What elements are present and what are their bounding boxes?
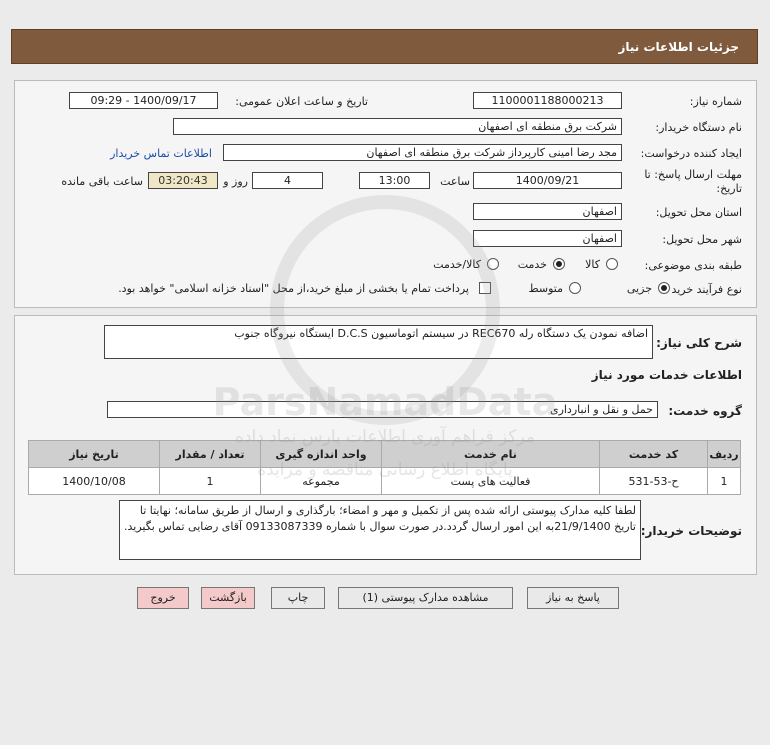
deadline-time-field: 13:00	[359, 172, 430, 189]
creator-label: ایجاد کننده درخواست:	[640, 147, 742, 160]
page-header: جزئیات اطلاعات نیاز	[11, 29, 758, 64]
city-label: شهر محل تحویل:	[662, 233, 742, 246]
cell-unit: مجموعه	[260, 467, 382, 495]
remaining-label: ساعت باقی مانده	[61, 175, 143, 188]
cell-row: 1	[707, 467, 741, 495]
reply-button[interactable]: پاسخ به نیاز	[527, 587, 619, 609]
buyer-notes-label: توضیحات خریدار:	[640, 524, 742, 538]
cell-code: ح-53-531	[599, 467, 708, 495]
process-option-medium: متوسط	[528, 282, 563, 295]
deadline-label-date: تاریخ:	[716, 182, 742, 195]
deadline-date-field: 1400/09/21	[473, 172, 622, 189]
payment-note: پرداخت تمام یا بخشی از مبلغ خرید،از محل …	[118, 282, 469, 295]
category-option-service: خدمت	[517, 258, 547, 271]
category-radio-service[interactable]	[553, 258, 565, 270]
page-title: جزئیات اطلاعات نیاز	[618, 40, 739, 54]
buyer-notes-field: لطفا کلیه مدارک پیوستی ارائه شده پس از ت…	[119, 500, 641, 560]
back-button[interactable]: بازگشت	[201, 587, 255, 609]
creator-field: مجد رضا امینی کارپرداز شرکت برق منطقه ای…	[223, 144, 622, 161]
days-field: 4	[252, 172, 323, 189]
need-number-label: شماره نیاز:	[689, 95, 742, 108]
city-field: اصفهان	[473, 230, 622, 247]
services-heading: اطلاعات خدمات مورد نیاز	[591, 368, 742, 382]
deadline-label: مهلت ارسال پاسخ: تا	[644, 168, 742, 181]
process-option-minor: جزیی	[626, 282, 652, 295]
treasury-payment-checkbox[interactable]	[479, 282, 491, 294]
col-unit-header: واحد اندازه گیری	[260, 440, 382, 468]
process-radio-minor[interactable]	[658, 282, 670, 294]
category-radio-goods[interactable]	[606, 258, 618, 270]
province-field: اصفهان	[473, 203, 622, 220]
process-label: نوع فرآیند خرید :	[664, 283, 742, 296]
cell-qty: 1	[159, 467, 261, 495]
process-radio-medium[interactable]	[569, 282, 581, 294]
service-group-field: حمل و نقل و انبارداری	[107, 401, 658, 418]
announce-field: 1400/09/17 - 09:29	[69, 92, 218, 109]
services-table: ردیف کد خدمت نام خدمت واحد اندازه گیری ت…	[28, 440, 741, 495]
buyer-org-label: نام دستگاه خریدار:	[655, 121, 742, 134]
service-group-label: گروه خدمت:	[668, 404, 742, 418]
table-row: 1 ح-53-531 فعالیت های پست مجموعه 1 1400/…	[28, 467, 741, 495]
exit-button[interactable]: خروج	[137, 587, 189, 609]
announce-label: تاریخ و ساعت اعلان عمومی:	[235, 95, 368, 108]
remaining-time-field: 03:20:43	[148, 172, 218, 189]
need-number-field: 1100001188000213	[473, 92, 622, 109]
category-label: طبقه بندی موضوعی:	[644, 259, 742, 272]
category-radio-goods-service[interactable]	[487, 258, 499, 270]
col-row-header: ردیف	[707, 440, 741, 468]
print-button[interactable]: چاپ	[271, 587, 325, 609]
category-option-goods: کالا	[585, 258, 600, 271]
table-header-row: ردیف کد خدمت نام خدمت واحد اندازه گیری ت…	[28, 440, 741, 468]
deadline-time-label: ساعت	[440, 175, 470, 188]
view-attachments-button[interactable]: مشاهده مدارک پیوستی (1)	[338, 587, 513, 609]
col-name-header: نام خدمت	[381, 440, 600, 468]
cell-name: فعالیت های پست	[381, 467, 600, 495]
buyer-org-field: شرکت برق منطقه ای اصفهان	[173, 118, 622, 135]
contact-buyer-link[interactable]: اطلاعات تماس خریدار	[110, 147, 212, 160]
col-date-header: تاریخ نیاز	[28, 440, 160, 468]
summary-field: اضافه نمودن یک دستگاه رله REC670 در سیست…	[104, 325, 653, 359]
col-qty-header: تعداد / مقدار	[159, 440, 261, 468]
province-label: استان محل تحویل:	[655, 206, 742, 219]
col-code-header: کد خدمت	[599, 440, 708, 468]
days-label: روز و	[223, 175, 248, 188]
category-option-goods-service: کالا/خدمت	[433, 258, 481, 271]
need-info-panel	[14, 80, 757, 308]
cell-date: 1400/10/08	[28, 467, 160, 495]
summary-label: شرح کلی نیاز:	[656, 336, 742, 350]
